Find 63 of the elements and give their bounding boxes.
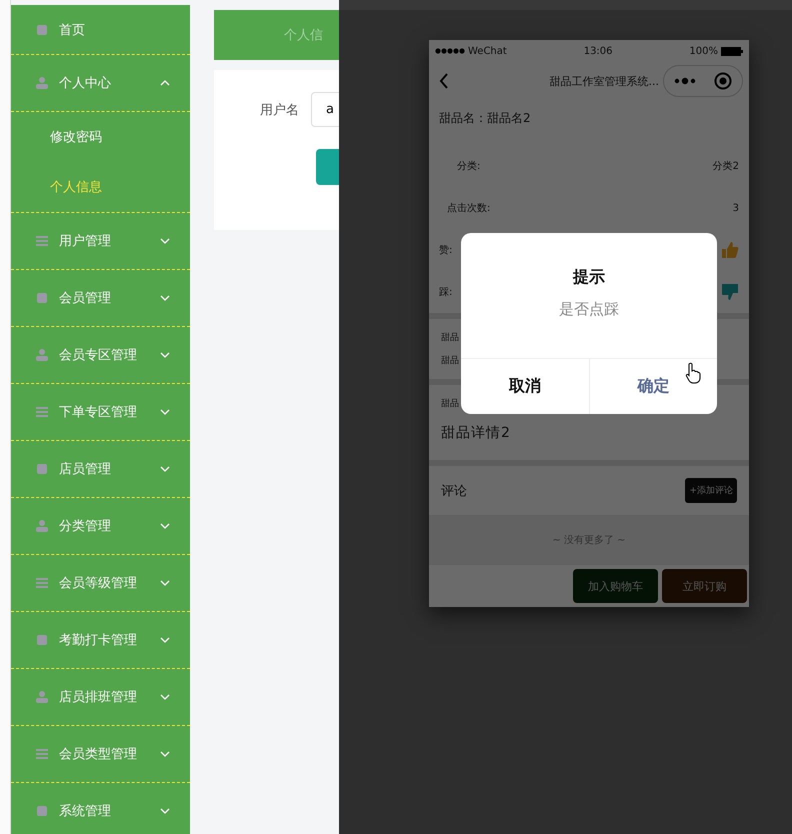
clock-text: 13:06 xyxy=(584,46,613,56)
capsule-menu[interactable] xyxy=(663,65,743,97)
comments-title: 评论 xyxy=(441,482,467,500)
page-header: 个人信 xyxy=(214,10,339,60)
dislike-label: 踩: xyxy=(439,286,452,299)
sidebar-item[interactable]: 会员等级管理 xyxy=(11,555,190,612)
sidebar-item[interactable]: 个人中心 xyxy=(11,55,190,112)
menu-item-icon xyxy=(35,804,49,818)
menu-item-icon xyxy=(35,76,49,90)
menu-item-icon xyxy=(35,519,49,533)
dialog-message: 是否点踩 xyxy=(559,300,619,319)
battery-icon xyxy=(721,46,743,56)
hand-cursor-icon xyxy=(685,362,701,384)
dialog-title: 提示 xyxy=(573,267,605,288)
sidebar-item[interactable]: 下单专区管理 xyxy=(11,384,190,441)
field-label: 甜品 xyxy=(441,332,459,344)
signal-icon xyxy=(435,48,465,54)
sidebar-item[interactable]: 店员排班管理 xyxy=(11,669,190,726)
menu-item-icon xyxy=(35,22,49,36)
menu-item-icon xyxy=(35,291,49,305)
product-name: 甜品名：甜品名2 xyxy=(438,110,532,127)
menu-item-icon xyxy=(35,633,49,647)
submenu-item[interactable]: 修改密码 xyxy=(11,112,190,162)
carrier-text: WeChat xyxy=(468,46,507,56)
menu-item-icon xyxy=(35,234,49,248)
product-detail: 甜品详情2 xyxy=(441,424,511,443)
submenu-item[interactable]: 个人信息 xyxy=(11,162,190,212)
menu-item-icon xyxy=(35,348,49,362)
field-label: 用户名 xyxy=(260,102,299,118)
page-title: 甜品工作室管理系统... xyxy=(548,74,660,88)
menu-item-icon xyxy=(35,576,49,590)
field-label: 甜品 xyxy=(441,398,459,410)
sidebar-item[interactable]: 分类管理 xyxy=(11,498,190,555)
sidebar-item[interactable]: 考勤打卡管理 xyxy=(11,612,190,669)
sidebar-item[interactable]: 用户管理 xyxy=(11,213,190,270)
thumbs-up-icon[interactable] xyxy=(721,241,739,259)
field-label: 甜品 xyxy=(441,354,459,367)
battery-text: 100% xyxy=(689,46,718,56)
like-label: 赞: xyxy=(439,244,452,257)
close-icon[interactable] xyxy=(714,72,732,90)
more-icon[interactable] xyxy=(674,77,696,85)
sidebar-item[interactable]: 店员管理 xyxy=(11,441,190,498)
row-value: 分类2 xyxy=(712,160,739,173)
add-to-cart-button[interactable]: 加入购物车 xyxy=(573,569,658,603)
menu-item-icon xyxy=(35,405,49,419)
menu-item-icon xyxy=(35,747,49,761)
row-value: 3 xyxy=(732,202,739,214)
buy-now-button[interactable]: 立即订购 xyxy=(662,569,747,603)
add-comment-button[interactable]: +添加评论 xyxy=(685,478,737,503)
menu-item-icon xyxy=(35,690,49,704)
row-label: 点击次数: xyxy=(447,202,490,215)
row-label: 分类: xyxy=(457,160,480,173)
sidebar-item[interactable]: 系统管理 xyxy=(11,783,190,834)
username-field[interactable]: a xyxy=(311,92,339,127)
sidebar-item[interactable]: 首页 xyxy=(11,5,190,55)
sidebar-item[interactable]: 会员管理 xyxy=(11,270,190,327)
sidebar-item[interactable]: 会员类型管理 xyxy=(11,726,190,783)
confirm-button[interactable]: 确定 xyxy=(590,359,717,414)
sidebar-item[interactable]: 会员专区管理 xyxy=(11,327,190,384)
cancel-button[interactable]: 取消 xyxy=(461,359,590,414)
thumbs-down-icon[interactable] xyxy=(721,283,739,301)
back-icon[interactable] xyxy=(439,73,449,89)
menu-item-icon xyxy=(35,462,49,476)
